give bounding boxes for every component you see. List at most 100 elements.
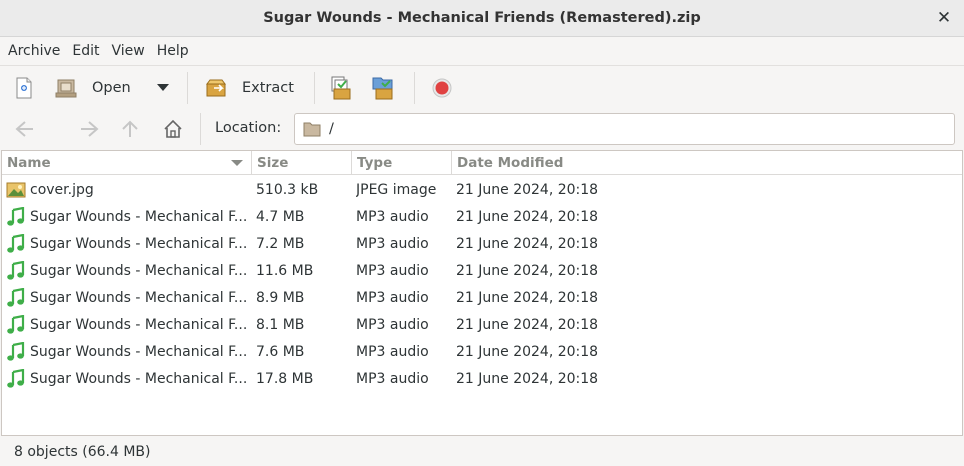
dropdown-arrow-icon [157,84,169,91]
file-date-modified: 21 June 2024, 20:18 [456,235,599,252]
file-type: MP3 audio [356,289,429,306]
file-date-modified: 21 June 2024, 20:18 [456,370,599,387]
column-type[interactable]: Type [352,151,452,175]
column-date-label: Date Modified [457,155,564,171]
file-name: Sugar Wounds - Mechanical F... [30,316,248,333]
file-name: Sugar Wounds - Mechanical F... [30,343,248,360]
file-size: 17.8 MB [256,370,314,387]
nav-separator [200,113,201,145]
file-name: Sugar Wounds - Mechanical F... [30,208,248,225]
file-name: cover.jpg [30,181,94,198]
cell-name: Sugar Wounds - Mechanical F... [6,338,250,365]
toolbar-separator [187,72,188,104]
close-icon[interactable]: ✕ [934,8,954,28]
file-name: Sugar Wounds - Mechanical F... [30,262,248,279]
file-size: 8.1 MB [256,316,305,333]
menu-archive[interactable]: Archive [2,43,66,59]
music-note-icon [6,260,26,281]
table-row[interactable]: Sugar Wounds - Mechanical F... 8.9 MB MP3 … [2,284,962,311]
file-type: MP3 audio [356,208,429,225]
file-date-modified: 21 June 2024, 20:18 [456,289,599,306]
music-note-icon [6,314,26,335]
stop-button[interactable] [430,72,454,104]
status-bar: 8 objects (66.4 MB) [0,437,964,466]
music-note-icon [6,206,26,227]
music-note-icon [6,233,26,254]
column-header-row: Name Size Type Date Modified [2,151,962,175]
add-folder-icon [372,77,393,100]
up-icon [122,120,138,137]
cell-name: Sugar Wounds - Mechanical F... [6,311,250,338]
add-files-icon [331,76,351,100]
home-button[interactable] [160,117,186,141]
column-name-label: Name [7,155,51,171]
image-file-icon [6,180,26,200]
menu-bar: Archive Edit View Help [0,37,964,65]
folder-icon [303,122,321,137]
file-date-modified: 21 June 2024, 20:18 [456,208,599,225]
toolbar-separator [414,72,415,104]
file-size: 510.3 kB [256,181,319,198]
cell-name: Sugar Wounds - Mechanical F... [6,257,250,284]
up-button[interactable] [117,117,143,141]
file-type: MP3 audio [356,316,429,333]
file-name: Sugar Wounds - Mechanical F... [30,370,248,387]
table-row[interactable]: Sugar Wounds - Mechanical F... 8.1 MB MP3 … [2,311,962,338]
sort-descending-icon [231,160,243,166]
column-size[interactable]: Size [252,151,352,175]
location-field[interactable]: / [294,113,955,145]
location-path: / [329,121,334,137]
table-row[interactable]: Sugar Wounds - Mechanical F... 7.2 MB MP3 … [2,230,962,257]
open-label: Open [92,80,131,96]
extract-icon [206,79,226,97]
status-text: 8 objects (66.4 MB) [14,443,151,460]
music-note-icon [6,287,26,308]
file-type: MP3 audio [356,343,429,360]
extract-label: Extract [242,80,294,96]
table-row[interactable]: Sugar Wounds - Mechanical F... 7.6 MB MP3 … [2,338,962,365]
file-name: Sugar Wounds - Mechanical F... [30,289,248,306]
table-row[interactable]: Sugar Wounds - Mechanical F... 11.6 MB MP3… [2,257,962,284]
cell-name: Sugar Wounds - Mechanical F... [6,365,250,392]
file-name: Sugar Wounds - Mechanical F... [30,235,248,252]
forward-button[interactable] [76,117,102,141]
music-note-icon [6,368,26,389]
title-bar: Sugar Wounds - Mechanical Friends (Remas… [0,0,964,37]
forward-icon [81,121,99,137]
add-folder-button[interactable] [370,72,400,104]
menu-help[interactable]: Help [151,43,195,59]
column-name[interactable]: Name [2,151,252,175]
table-row[interactable]: cover.jpg 510.3 kB JPEG image 21 June 2024,… [2,176,962,203]
stop-icon [432,78,452,98]
menu-edit[interactable]: Edit [66,43,105,59]
new-archive-button[interactable] [12,72,42,104]
menu-view[interactable]: View [106,43,151,59]
file-type: MP3 audio [356,262,429,279]
open-dropdown-button[interactable] [152,72,174,104]
file-type: JPEG image [356,181,437,198]
table-row[interactable]: Sugar Wounds - Mechanical F... 17.8 MB MP3… [2,365,962,392]
open-archive-icon [55,79,77,98]
file-date-modified: 21 June 2024, 20:18 [456,343,599,360]
music-note-icon [6,341,26,362]
extract-button[interactable]: Extract [204,72,304,104]
file-date-modified: 21 June 2024, 20:18 [456,181,599,198]
add-files-button[interactable] [328,72,358,104]
home-icon [164,119,182,138]
column-size-label: Size [257,155,289,171]
location-bar: Location: / [0,109,964,149]
cell-name: cover.jpg [6,176,250,203]
file-list[interactable]: Name Size Type Date Modified cover.jpg 51… [1,150,963,436]
open-button[interactable]: Open [54,72,134,104]
file-type: MP3 audio [356,370,429,387]
file-size: 8.9 MB [256,289,305,306]
table-row[interactable]: Sugar Wounds - Mechanical F... 4.7 MB MP3 … [2,203,962,230]
back-button[interactable] [12,117,38,141]
file-date-modified: 21 June 2024, 20:18 [456,262,599,279]
cell-name: Sugar Wounds - Mechanical F... [6,203,250,230]
toolbar: Open Extract [0,65,964,109]
file-size: 7.2 MB [256,235,305,252]
column-date-modified[interactable]: Date Modified [452,151,962,175]
file-size: 7.6 MB [256,343,305,360]
cell-name: Sugar Wounds - Mechanical F... [6,284,250,311]
